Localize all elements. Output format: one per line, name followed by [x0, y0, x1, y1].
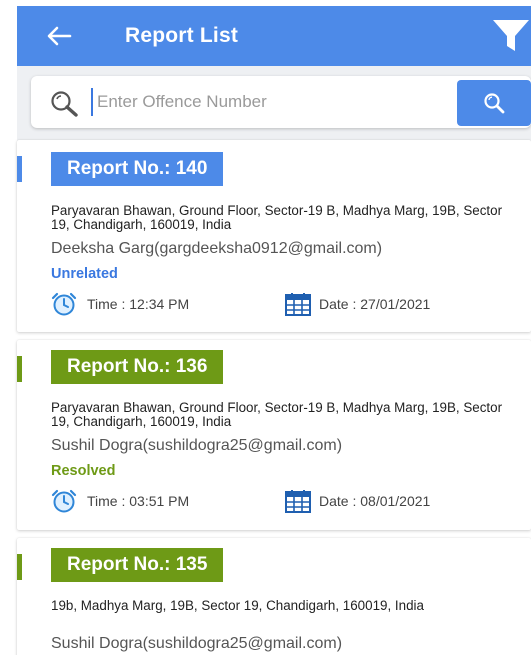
- report-number: Report No.: 136: [51, 350, 224, 384]
- filter-icon: [493, 20, 529, 51]
- report-card[interactable]: Report No.: 140 Paryavaran Bhawan, Groun…: [17, 140, 531, 332]
- calendar-icon: [285, 490, 311, 513]
- offence-number-input[interactable]: [91, 88, 431, 116]
- report-meta: Time : 03:51 PM Date : 08/01/2021: [51, 489, 491, 513]
- report-address: Paryavaran Bhawan, Ground Floor, Sector-…: [51, 400, 503, 429]
- calendar-icon: [285, 293, 311, 316]
- status-label: Resolved: [51, 463, 116, 479]
- report-card[interactable]: Report No.: 135 19b, Madhya Marg, 19B, S…: [17, 538, 531, 655]
- alarm-clock-icon: [51, 489, 77, 513]
- search-button[interactable]: [457, 80, 531, 126]
- back-button[interactable]: [31, 6, 87, 66]
- alarm-clock-icon: [51, 292, 77, 316]
- card-accent: [17, 554, 22, 580]
- report-meta: Time : 12:34 PM Date : 27/01/2021: [51, 292, 491, 316]
- report-user: Sushil Dogra(sushildogra25@gmail.com): [51, 635, 343, 652]
- report-address: Paryavaran Bhawan, Ground Floor, Sector-…: [51, 203, 503, 232]
- status-label: Unrelated: [51, 266, 118, 282]
- search-area: [17, 66, 531, 144]
- page-title: Report List: [125, 24, 239, 47]
- back-arrow-icon: [47, 26, 72, 46]
- filter-button[interactable]: [491, 18, 531, 54]
- report-number: Report No.: 135: [51, 548, 224, 582]
- report-time: Time : 03:51 PM: [87, 493, 190, 509]
- report-user: Deeksha Garg(gargdeeksha0912@gmail.com): [51, 240, 383, 257]
- search-icon: [51, 91, 78, 117]
- card-accent: [17, 156, 22, 182]
- search-icon: [484, 93, 505, 114]
- report-card[interactable]: Report No.: 136 Paryavaran Bhawan, Groun…: [17, 340, 531, 530]
- app-bar: Report List: [17, 6, 531, 66]
- report-time: Time : 12:34 PM: [87, 296, 190, 312]
- report-user: Sushil Dogra(sushildogra25@gmail.com): [51, 437, 343, 454]
- card-accent: [17, 356, 22, 382]
- report-number: Report No.: 140: [51, 152, 224, 186]
- report-address: 19b, Madhya Marg, 19B, Sector 19, Chandi…: [51, 598, 424, 613]
- report-date: Date : 08/01/2021: [319, 493, 431, 509]
- report-date: Date : 27/01/2021: [319, 296, 431, 312]
- search-box: [31, 76, 531, 128]
